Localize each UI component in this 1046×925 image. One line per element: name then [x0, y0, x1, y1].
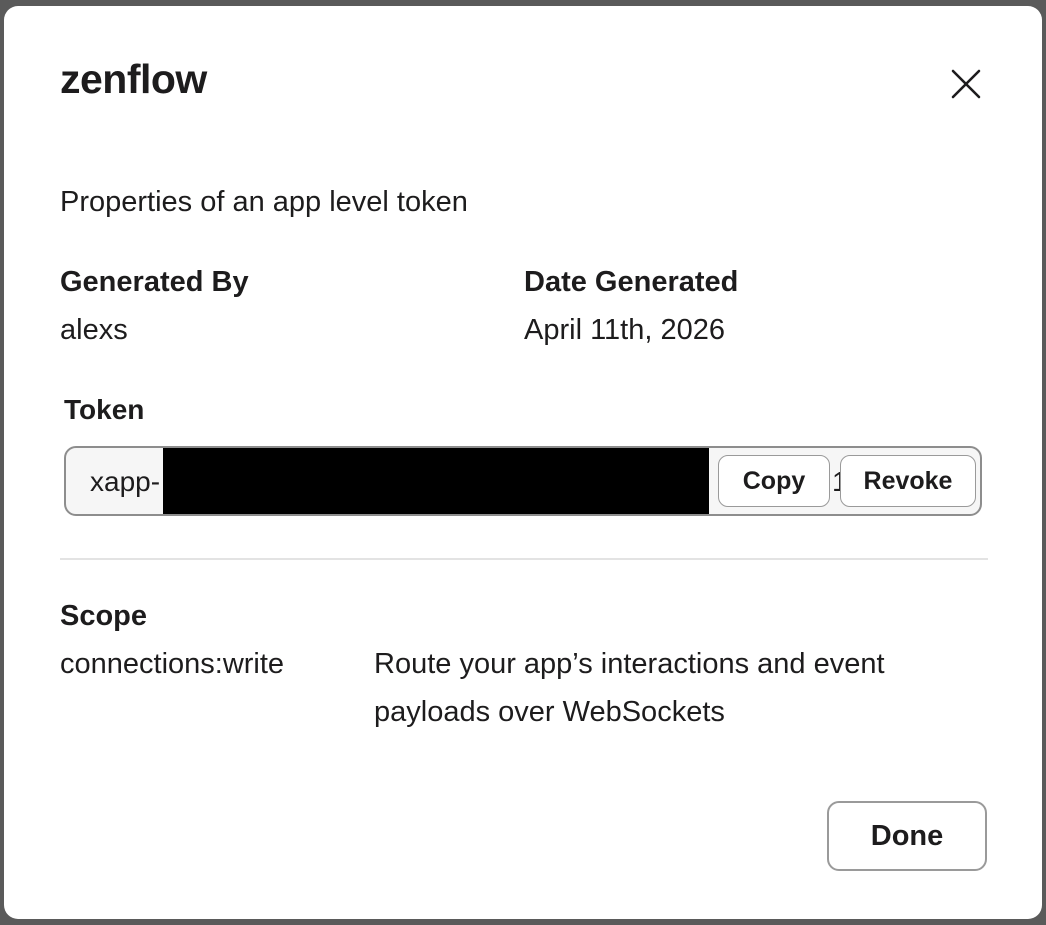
date-generated-value: April 11th, 2026 — [524, 314, 725, 346]
token-redaction — [163, 448, 709, 514]
scope-description-line2: payloads over WebSockets — [374, 696, 725, 728]
revoke-button[interactable]: Revoke — [840, 455, 976, 507]
generated-by-value: alexs — [60, 314, 128, 346]
done-button[interactable]: Done — [827, 801, 987, 871]
token-properties-dialog: zenflow Properties of an app level token… — [4, 6, 1042, 919]
copy-button[interactable]: Copy — [718, 455, 830, 507]
scope-description-line1: Route your app’s interactions and event — [374, 648, 885, 680]
scope-name: connections:write — [60, 648, 285, 680]
token-label: Token — [64, 394, 145, 425]
date-generated-label: Date Generated — [524, 266, 739, 298]
close-button[interactable] — [944, 62, 988, 106]
dialog-subtitle: Properties of an app level token — [60, 186, 468, 218]
scope-label: Scope — [60, 600, 148, 632]
dialog-title: zenflow — [60, 56, 207, 102]
token-prefix: xapp- — [90, 466, 161, 497]
generated-by-label: Generated By — [60, 266, 249, 298]
token-field[interactable]: xapp- 1 Copy Revoke — [64, 446, 982, 516]
close-icon — [951, 69, 981, 99]
section-divider — [60, 558, 988, 560]
